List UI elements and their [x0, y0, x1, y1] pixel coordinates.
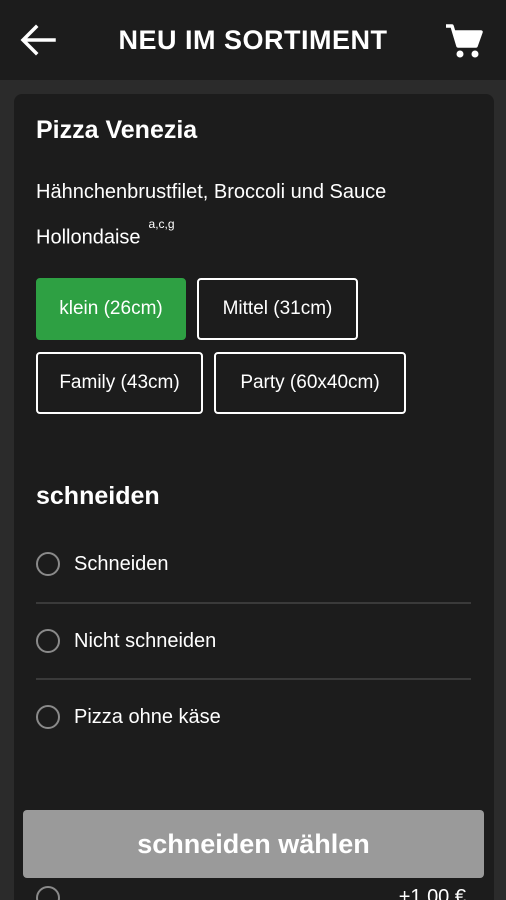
- radio-icon[interactable]: [36, 552, 60, 576]
- product-card: Pizza Venezia Hähnchenbrustfilet, Brocco…: [14, 94, 494, 900]
- choose-cut-button[interactable]: schneiden wählen: [23, 810, 484, 878]
- product-description: Hähnchenbrustfilet, Broccoli und Sauce H…: [36, 172, 476, 258]
- option-label: Pizza ohne käse: [74, 705, 221, 728]
- option-price: +1,00 €: [398, 886, 466, 900]
- cut-option-nicht-schneiden[interactable]: Nicht schneiden: [36, 603, 471, 679]
- page-title: NEU IM SORTIMENT: [118, 24, 388, 55]
- size-option-klein[interactable]: klein (26cm): [36, 278, 186, 340]
- cut-option-schneiden[interactable]: Schneiden: [36, 526, 471, 602]
- size-option-family[interactable]: Family (43cm): [36, 352, 203, 414]
- back-arrow-icon[interactable]: [20, 24, 56, 56]
- cut-option-ohne-kaese[interactable]: Pizza ohne käse: [36, 679, 471, 755]
- allergen-codes: a,c,g: [148, 217, 175, 231]
- description-text: Hähnchenbrustfilet, Broccoli und Sauce H…: [36, 181, 387, 249]
- app-header: NEU IM SORTIMENT: [0, 0, 506, 80]
- size-option-party[interactable]: Party (60x40cm): [214, 352, 406, 414]
- option-label: Schneiden: [74, 552, 169, 575]
- size-option-mittel[interactable]: Mittel (31cm): [197, 278, 358, 340]
- option-label: Nicht schneiden: [74, 629, 217, 652]
- shopping-cart-icon[interactable]: [444, 22, 484, 60]
- product-title: Pizza Venezia: [36, 116, 198, 144]
- radio-icon[interactable]: [36, 705, 60, 729]
- radio-icon[interactable]: [36, 629, 60, 653]
- cut-section-title: schneiden: [36, 482, 160, 510]
